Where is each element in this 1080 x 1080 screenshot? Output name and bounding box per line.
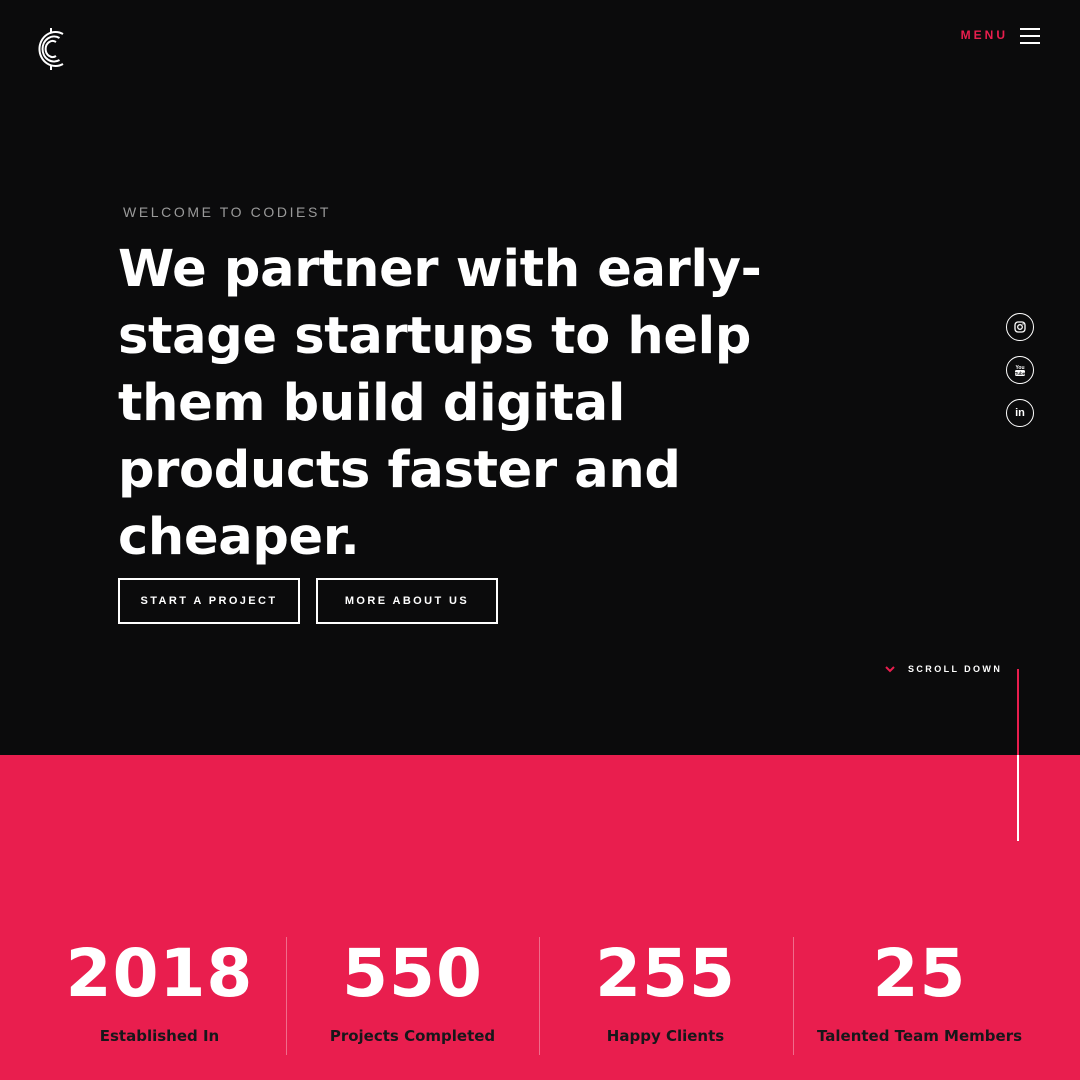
stats-section: 2018 Established In 550 Projects Complet… <box>0 755 1080 1080</box>
hamburger-icon <box>1020 26 1040 44</box>
stat-value: 25 <box>872 935 967 1012</box>
start-project-button[interactable]: START A PROJECT <box>118 578 300 624</box>
stat-established: 2018 Established In <box>33 933 286 1057</box>
stat-value: 550 <box>342 935 483 1012</box>
chevron-down-icon <box>885 666 895 673</box>
menu-button[interactable]: MENU <box>961 26 1040 44</box>
scroll-down-label: SCROLL DOWN <box>908 664 1003 674</box>
menu-label: MENU <box>960 28 1008 42</box>
stat-value: 2018 <box>65 935 254 1012</box>
stat-label: Established In <box>99 1027 220 1045</box>
stat-label: Projects Completed <box>329 1027 496 1045</box>
codiest-logo-icon[interactable] <box>32 27 70 71</box>
stat-clients: 255 Happy Clients <box>539 933 792 1057</box>
instagram-icon[interactable] <box>1006 313 1034 341</box>
stat-team: 25 Talented Team Members <box>793 933 1046 1057</box>
linkedin-glyph: in <box>1015 407 1025 419</box>
scroll-indicator-line-lower <box>1017 755 1019 841</box>
welcome-eyebrow: WELCOME TO CODIEST <box>123 204 332 220</box>
scroll-down-link[interactable]: SCROLL DOWN <box>884 664 1002 674</box>
scroll-indicator-line <box>1017 669 1019 755</box>
hero-section: MENU WELCOME TO CODIEST We partner with … <box>0 0 1080 755</box>
stat-label: Talented Team Members <box>816 1027 1023 1045</box>
youtube-icon[interactable]: You Tube <box>1006 356 1034 384</box>
svg-text:Tube: Tube <box>1015 370 1026 375</box>
stat-projects: 550 Projects Completed <box>286 933 539 1057</box>
stat-label: Happy Clients <box>606 1027 725 1045</box>
hero-headline: We partner with early-stage startups to … <box>118 240 762 567</box>
more-about-us-button[interactable]: MORE ABOUT US <box>316 578 498 624</box>
linkedin-icon[interactable]: in <box>1006 399 1034 427</box>
stat-value: 255 <box>595 935 736 1012</box>
